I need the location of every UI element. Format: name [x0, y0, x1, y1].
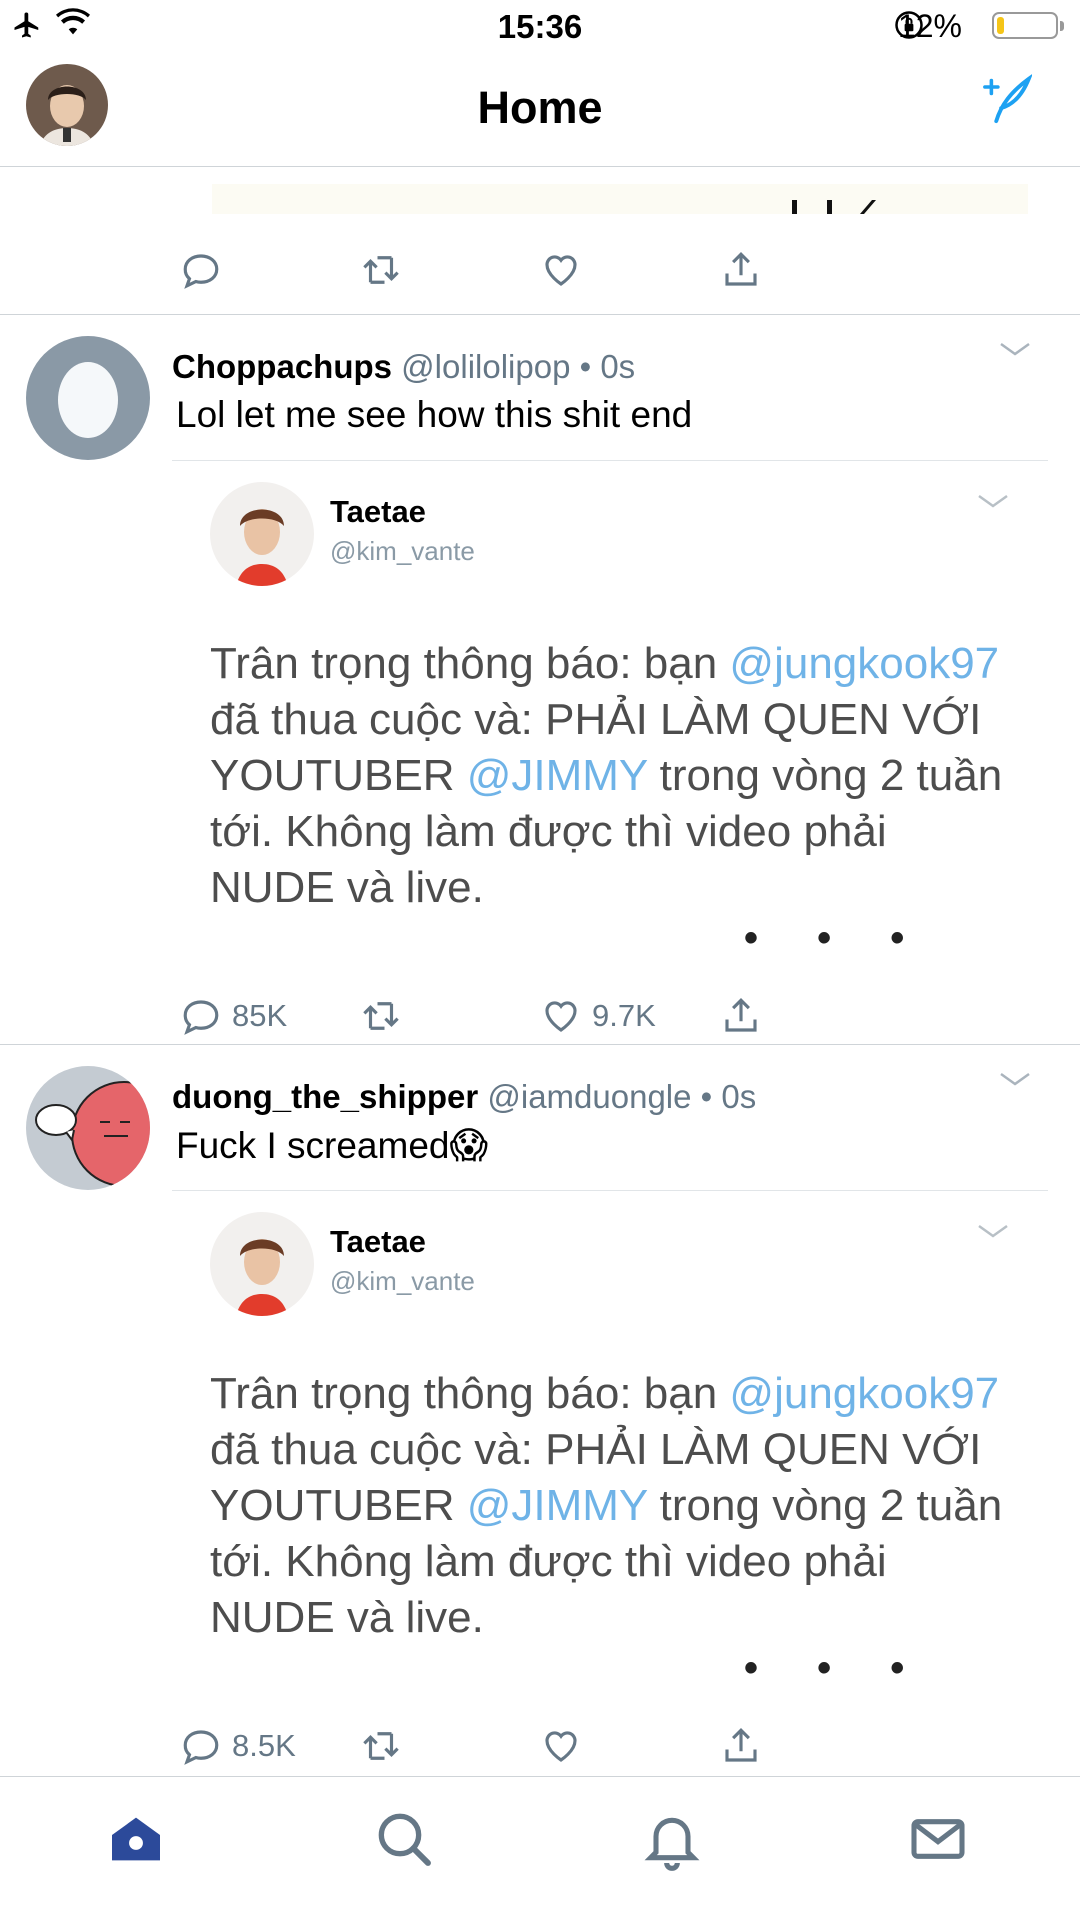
heart-icon: [545, 1001, 577, 1032]
bell-icon[interactable]: [640, 1807, 704, 1871]
tweet-actions: [180, 240, 880, 300]
quoted-name: Taetae: [330, 494, 426, 529]
divider: [172, 1190, 1048, 1191]
quoted-body: Trân trọng thông báo: bạn @jungkook97 đã…: [210, 1366, 1002, 1646]
reply-icon: [183, 1730, 219, 1765]
share-icon: [725, 998, 757, 1032]
retweet-icon: [363, 1732, 399, 1760]
tweet-text: Fuck I screamed😱: [176, 1125, 489, 1166]
quoted-tweet-image[interactable]: Taetae @kim_vante Trân trọng thông báo: …: [172, 460, 1048, 960]
retweet-icon: [363, 256, 399, 284]
display-name[interactable]: duong_the_shipper: [172, 1078, 478, 1115]
mention-link: @jungkook97: [729, 1369, 1000, 1418]
share-button[interactable]: [720, 240, 762, 300]
retweet-icon: [363, 1002, 399, 1030]
quoted-name: Taetae: [330, 1224, 426, 1259]
display-name[interactable]: Choppachups: [172, 348, 392, 385]
mention-link: @JIMMY: [466, 1481, 648, 1530]
timestamp: • 0s: [700, 1078, 757, 1115]
reply-count: 8.5K: [232, 1728, 296, 1763]
quoted-tweet-image[interactable]: Taetae @kim_vante Trân trọng thông báo: …: [172, 1190, 1048, 1690]
reply-button[interactable]: 85K: [180, 986, 287, 1046]
quoted-line: YOUTUBER @JIMMY trong vòng 2 tuần: [210, 1481, 1003, 1530]
like-count: 9.7K: [592, 998, 656, 1033]
reply-count: 85K: [232, 998, 288, 1033]
compose-tweet-icon[interactable]: [980, 74, 1032, 126]
tweet-actions: 8.5K: [180, 1716, 880, 1776]
mention-link: @jungkook97: [729, 639, 1000, 688]
quoted-line: đã thua cuộc và: PHẢI LÀM QUEN VỚI: [210, 1425, 982, 1474]
quoted-line: đã thua cuộc và: PHẢI LÀM QUEN VỚI: [210, 695, 982, 744]
reply-icon: [183, 254, 219, 289]
page-title: Home: [477, 82, 603, 133]
avatar[interactable]: [26, 336, 150, 460]
timestamp: • 0s: [579, 348, 636, 385]
quoted-handle: @kim_vante: [330, 536, 475, 566]
share-icon: [725, 1728, 757, 1762]
tweet[interactable]: Choppachups @lolilolipop • 0s Lol let me…: [0, 314, 1080, 1044]
like-button[interactable]: [540, 240, 582, 300]
battery-icon: [992, 12, 1064, 39]
quoted-line: NUDE và live.: [210, 863, 484, 912]
heart-icon: [545, 255, 577, 286]
search-icon[interactable]: [372, 1807, 436, 1871]
partial-media: [212, 184, 1028, 214]
media-fragment: [792, 200, 876, 214]
chevron-down-icon: [978, 1224, 1008, 1238]
mention-link: @JIMMY: [466, 751, 648, 800]
tweet[interactable]: duong_the_shipper @iamduongle • 0s Fuck …: [0, 1044, 1080, 1774]
quoted-line: tới. Không làm được thì video phải: [210, 807, 887, 856]
quoted-line: tới. Không làm được thì video phải: [210, 1537, 887, 1586]
status-bar: 15:36 12%: [0, 0, 1080, 54]
quoted-line: YOUTUBER @JIMMY trong vòng 2 tuần: [210, 751, 1003, 800]
quoted-line: Trân trọng thông báo: bạn @jungkook97: [210, 639, 1000, 688]
reply-button[interactable]: [180, 240, 222, 300]
retweet-button[interactable]: [360, 240, 402, 300]
more-dots: • • •: [744, 916, 929, 960]
tab-bar: [0, 1776, 1080, 1921]
tweet-text: Lol let me see how this shit end: [176, 394, 693, 435]
retweet-button[interactable]: [360, 986, 402, 1046]
more-dots: • • •: [744, 1646, 929, 1690]
reply-icon: [183, 1000, 219, 1035]
quoted-line: NUDE và live.: [210, 1593, 484, 1642]
quoted-body: Trân trọng thông báo: bạn @jungkook97 đã…: [210, 636, 1002, 916]
handle: @lolilolipop: [401, 348, 571, 385]
share-button[interactable]: [720, 986, 762, 1046]
battery-percentage: 12%: [897, 8, 962, 44]
like-button[interactable]: 9.7K: [540, 986, 656, 1046]
mail-icon[interactable]: [906, 1807, 970, 1871]
avatar[interactable]: [26, 1066, 150, 1190]
retweet-button[interactable]: [360, 1716, 402, 1776]
tweet-actions: 85K 9.7K: [180, 986, 880, 1046]
quoted-avatar: [210, 1212, 314, 1316]
like-button[interactable]: [540, 1716, 592, 1776]
tweet-header: duong_the_shipper @iamduongle • 0s: [172, 1078, 756, 1116]
heart-icon: [545, 1731, 577, 1762]
reply-button[interactable]: 8.5K: [180, 1716, 296, 1776]
home-icon[interactable]: [104, 1807, 168, 1871]
share-button[interactable]: [720, 1716, 762, 1776]
chevron-down-icon: [978, 494, 1008, 508]
top-nav: Home: [0, 54, 1080, 167]
quoted-avatar: [210, 482, 314, 586]
share-icon: [725, 252, 757, 286]
tweet-header: Choppachups @lolilolipop • 0s: [172, 348, 635, 386]
quoted-handle: @kim_vante: [330, 1266, 475, 1296]
handle: @iamduongle: [487, 1078, 692, 1115]
chevron-down-icon[interactable]: [998, 1070, 1032, 1090]
quoted-line: Trân trọng thông báo: bạn @jungkook97: [210, 1369, 1000, 1418]
chevron-down-icon[interactable]: [998, 340, 1032, 360]
divider: [172, 460, 1048, 461]
